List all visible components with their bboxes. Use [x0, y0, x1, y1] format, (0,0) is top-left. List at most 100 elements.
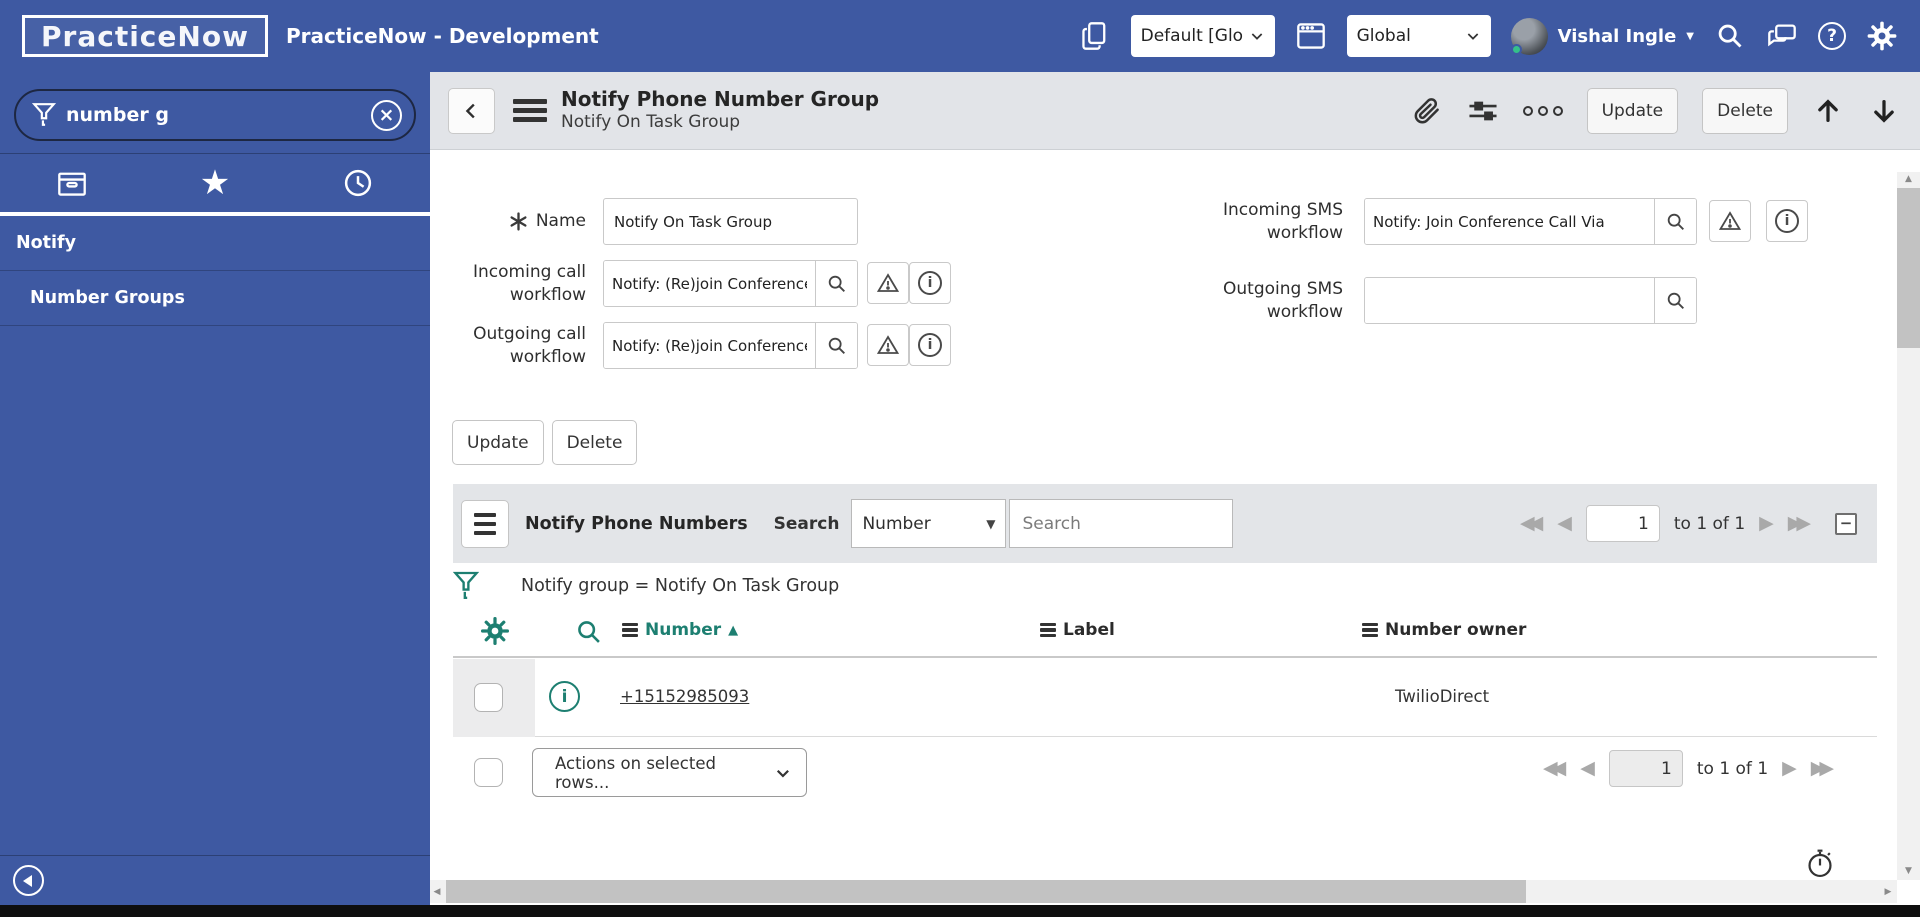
next-record-arrow-icon[interactable] — [1868, 95, 1900, 127]
outgoing-call-lookup-icon[interactable] — [815, 323, 857, 368]
help-icon[interactable]: ? — [1818, 22, 1846, 50]
incoming-sms-workflow-input[interactable] — [1365, 199, 1654, 244]
previous-page-button[interactable]: ◀ — [1557, 514, 1572, 533]
first-page-button[interactable]: ◀◀ — [1543, 759, 1566, 778]
incoming-sms-lookup-icon[interactable] — [1654, 199, 1696, 244]
dropdown-caret-icon: ▼ — [986, 516, 996, 531]
number-cell-link[interactable]: +15152985093 — [620, 687, 749, 706]
column-menu-icon[interactable] — [1362, 621, 1378, 640]
column-header-label[interactable]: Label — [1040, 620, 1115, 640]
navigator-filter-input[interactable] — [66, 104, 371, 126]
outgoing-call-info-icon[interactable]: i — [909, 324, 951, 366]
mandatory-asterisk-icon — [509, 212, 528, 231]
update-button[interactable]: Update — [1586, 87, 1679, 134]
minimize-list-button[interactable]: − — [1835, 512, 1857, 535]
form-context-menu-icon[interactable] — [513, 95, 547, 126]
incoming-sms-warning-icon[interactable] — [1709, 200, 1751, 242]
clear-filter-icon[interactable]: × — [371, 99, 402, 131]
vertical-scrollbar[interactable]: ▲ ▼ — [1897, 172, 1920, 880]
scroll-up-arrow-icon[interactable]: ▲ — [1897, 172, 1920, 186]
incoming-sms-info-icon[interactable]: i — [1766, 200, 1808, 242]
horizontal-scrollbar-thumb[interactable] — [446, 880, 1526, 903]
incoming-call-warning-icon[interactable] — [867, 262, 909, 304]
update-set-icon[interactable] — [1079, 20, 1111, 52]
filter-funnel-icon[interactable] — [453, 570, 479, 602]
info-glyph: i — [927, 337, 933, 353]
column-menu-icon[interactable] — [1040, 621, 1056, 640]
chevron-down-icon — [1251, 33, 1262, 40]
last-page-button[interactable]: ▶▶ — [1788, 514, 1811, 533]
page-number-input[interactable] — [1608, 750, 1683, 787]
column-label: Label — [1063, 620, 1115, 640]
tab-favorites[interactable]: ★ — [143, 154, 286, 212]
outgoing-sms-workflow-label: Outgoing SMS workflow — [1223, 279, 1343, 322]
previous-page-button[interactable]: ◀ — [1580, 759, 1595, 778]
screen: PracticeNow PracticeNow - Development De… — [0, 0, 1920, 917]
previous-record-arrow-icon[interactable] — [1812, 95, 1844, 127]
list-pagination: ◀◀ ◀ to 1 of 1 ▶ ▶▶ − — [1520, 505, 1857, 542]
response-time-stopwatch-icon[interactable] — [1805, 847, 1835, 879]
list-search-column-value: Number — [862, 513, 931, 534]
navigator-filter-box[interactable]: × — [14, 89, 416, 141]
outgoing-call-workflow-input[interactable] — [604, 323, 815, 368]
record-header-actions: Update Delete — [1411, 87, 1900, 134]
filter-condition-link[interactable]: Notify group = Notify On Task Group — [521, 576, 839, 596]
global-search-icon[interactable] — [1714, 20, 1746, 52]
more-options-icon[interactable] — [1522, 105, 1563, 116]
collapse-sidebar-icon[interactable] — [13, 865, 44, 896]
application-scope-value: Global — [1356, 26, 1411, 46]
update-set-picker[interactable]: Default [Glo — [1130, 15, 1275, 57]
page-number-input[interactable] — [1585, 505, 1660, 542]
tab-history[interactable] — [287, 154, 430, 212]
vertical-scrollbar-thumb[interactable] — [1897, 188, 1920, 348]
personalize-form-sliders-icon[interactable] — [1467, 95, 1499, 127]
sidebar-item-notify[interactable]: Notify — [0, 216, 430, 271]
list-search-input[interactable] — [1009, 499, 1234, 548]
name-input[interactable] — [603, 198, 858, 245]
scroll-right-arrow-icon[interactable]: ▶ — [1881, 887, 1895, 897]
name-label-text: Name — [535, 211, 586, 232]
settings-gear-icon[interactable] — [1866, 20, 1898, 52]
column-header-number-owner[interactable]: Number owner — [1362, 620, 1526, 640]
user-menu[interactable]: Vishal Ingle ▼ — [1510, 17, 1694, 55]
content-frame: Notify Phone Number Group Notify On Task… — [430, 72, 1920, 905]
next-page-button[interactable]: ▶ — [1782, 759, 1797, 778]
header-controls: Default [Glo Global Vishal Ingle ▼ ? — [1079, 15, 1898, 57]
navigator-results: Notify Number Groups — [0, 216, 430, 326]
first-page-button[interactable]: ◀◀ — [1520, 514, 1543, 533]
application-picker-icon[interactable] — [1295, 20, 1327, 52]
actions-on-selected-rows-select[interactable]: Actions on selected rows... — [532, 748, 807, 797]
sidebar-item-number-groups[interactable]: Number Groups — [0, 271, 430, 326]
list-search-column-select[interactable]: Number ▼ — [851, 499, 1007, 548]
select-all-checkbox[interactable] — [474, 758, 503, 787]
attachment-paperclip-icon[interactable] — [1411, 95, 1443, 127]
outgoing-call-warning-icon[interactable] — [867, 324, 909, 366]
list-settings-gear-icon[interactable] — [480, 616, 510, 646]
list-context-menu-icon[interactable] — [461, 499, 509, 548]
connect-chat-icon[interactable] — [1766, 20, 1798, 52]
tab-all-applications[interactable] — [0, 154, 143, 212]
filter-funnel-icon — [32, 103, 56, 126]
form-update-button[interactable]: Update — [452, 420, 544, 465]
application-scope-picker[interactable]: Global — [1346, 15, 1491, 57]
delete-button[interactable]: Delete — [1702, 87, 1788, 134]
scroll-down-arrow-icon[interactable]: ▼ — [1897, 864, 1920, 878]
outgoing-sms-lookup-icon[interactable] — [1654, 278, 1696, 323]
incoming-call-lookup-icon[interactable] — [815, 261, 857, 306]
last-page-button[interactable]: ▶▶ — [1811, 759, 1834, 778]
incoming-call-info-icon[interactable]: i — [909, 262, 951, 304]
row-checkbox[interactable] — [474, 683, 503, 712]
form-delete-button[interactable]: Delete — [551, 420, 638, 465]
incoming-call-workflow-input[interactable] — [604, 261, 815, 306]
record-preview-info-icon[interactable]: i — [549, 681, 580, 712]
next-page-button[interactable]: ▶ — [1759, 514, 1774, 533]
horizontal-scrollbar[interactable]: ◀ ▶ — [430, 880, 1897, 903]
back-button[interactable] — [448, 87, 495, 134]
list-search-icon[interactable] — [575, 618, 603, 646]
column-menu-icon[interactable] — [622, 621, 638, 640]
record-header: Notify Phone Number Group Notify On Task… — [430, 72, 1920, 150]
info-glyph: i — [561, 686, 568, 707]
column-header-number[interactable]: Number ▲ — [622, 620, 738, 640]
scroll-left-arrow-icon[interactable]: ◀ — [430, 887, 444, 897]
outgoing-sms-workflow-input[interactable] — [1365, 278, 1654, 323]
